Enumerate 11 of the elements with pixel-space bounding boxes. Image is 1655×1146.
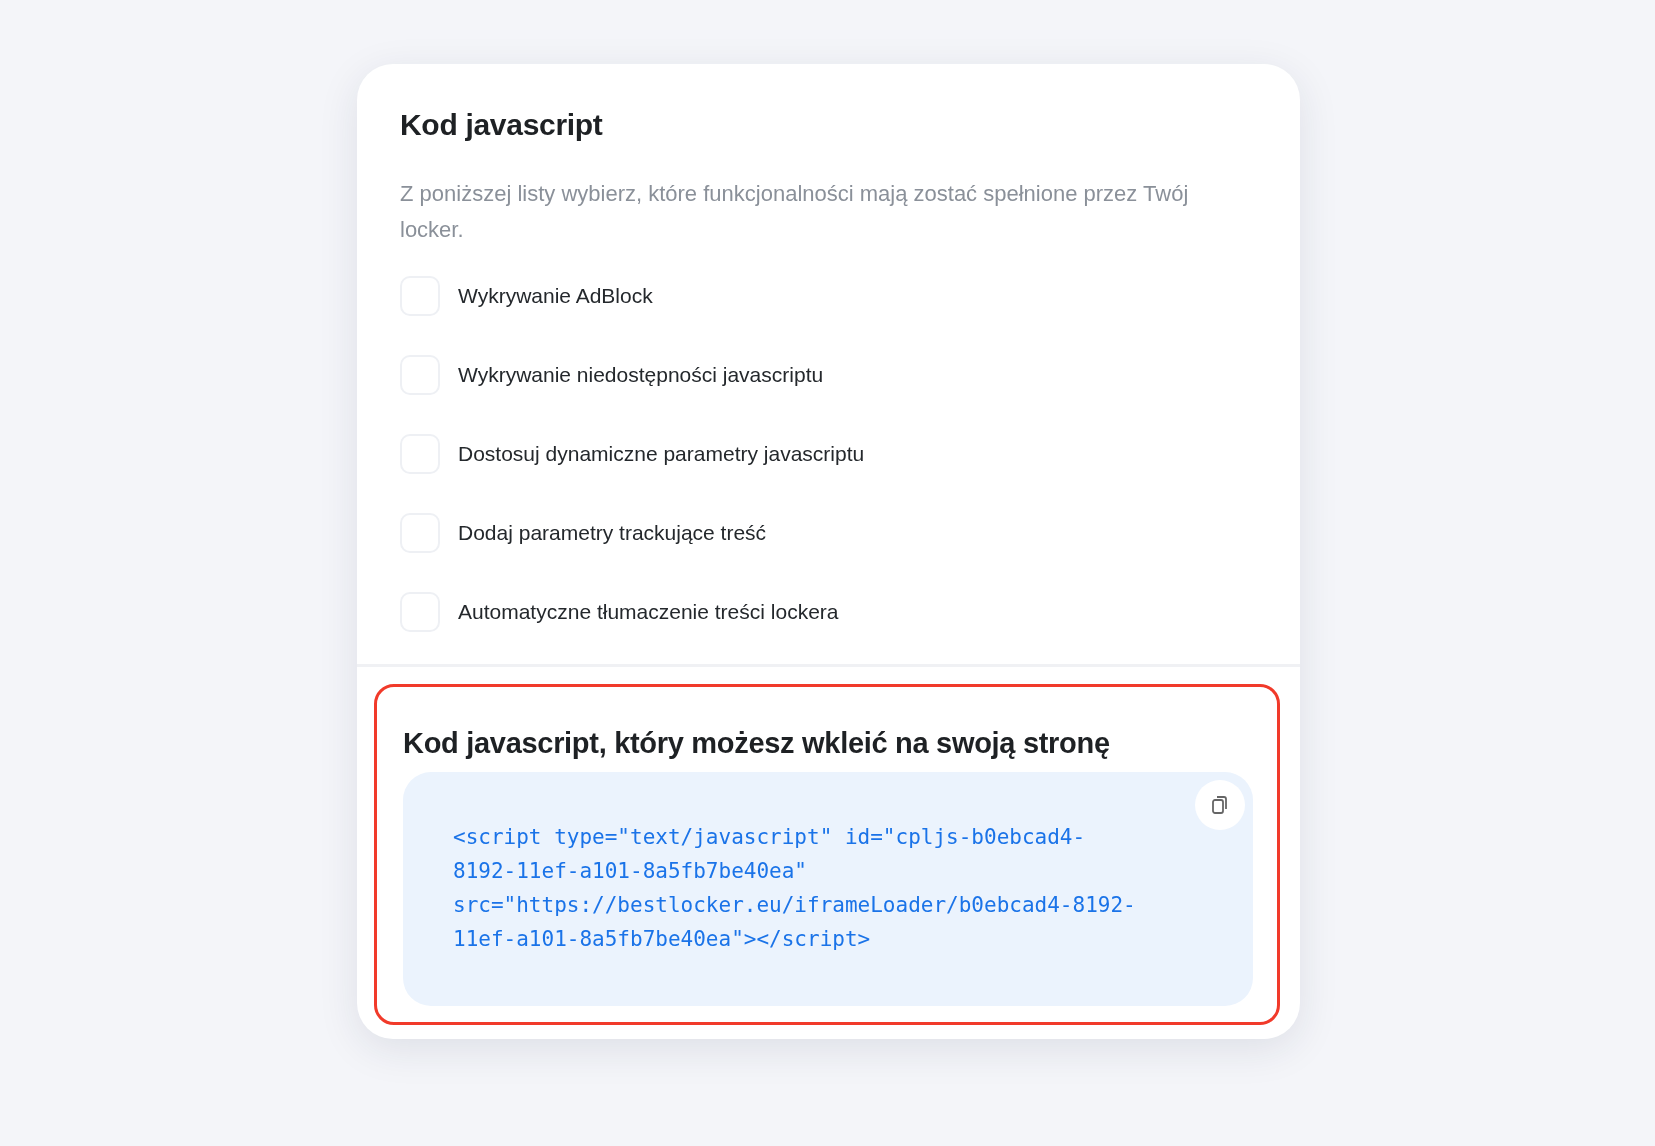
option-label[interactable]: Automatyczne tłumaczenie treści lockera <box>458 600 839 624</box>
description: Z poniższej listy wybierz, które funkcjonalności mają zostać spełnione przez Twój locker. <box>400 180 1190 244</box>
option-label[interactable]: Dodaj parametry trackujące treść <box>458 521 767 545</box>
copy-icon <box>1210 794 1230 816</box>
section-title: Kod javascript <box>400 108 604 142</box>
code-text: <script type="text/javascript" id="cpljs-b0ebcad4- 8192-11ef-a101-8a5fb7be40ea" src="https://bestlocker.eu/iframeLoader/b0ebcad4-8192- 11ef-a101-8a5fb7be40ea"></script> <box>453 824 1137 953</box>
option-label[interactable]: Wykrywanie niedostępności javascriptu <box>458 363 824 387</box>
option-label[interactable]: Dostosuj dynamiczne parametry javascriptu <box>458 442 865 466</box>
option-label[interactable]: Wykrywanie AdBlock <box>458 284 653 308</box>
code-title: Kod javascript, który możesz wkleić na swoją stronę <box>403 727 1111 760</box>
copy-button[interactable] <box>1195 780 1245 830</box>
